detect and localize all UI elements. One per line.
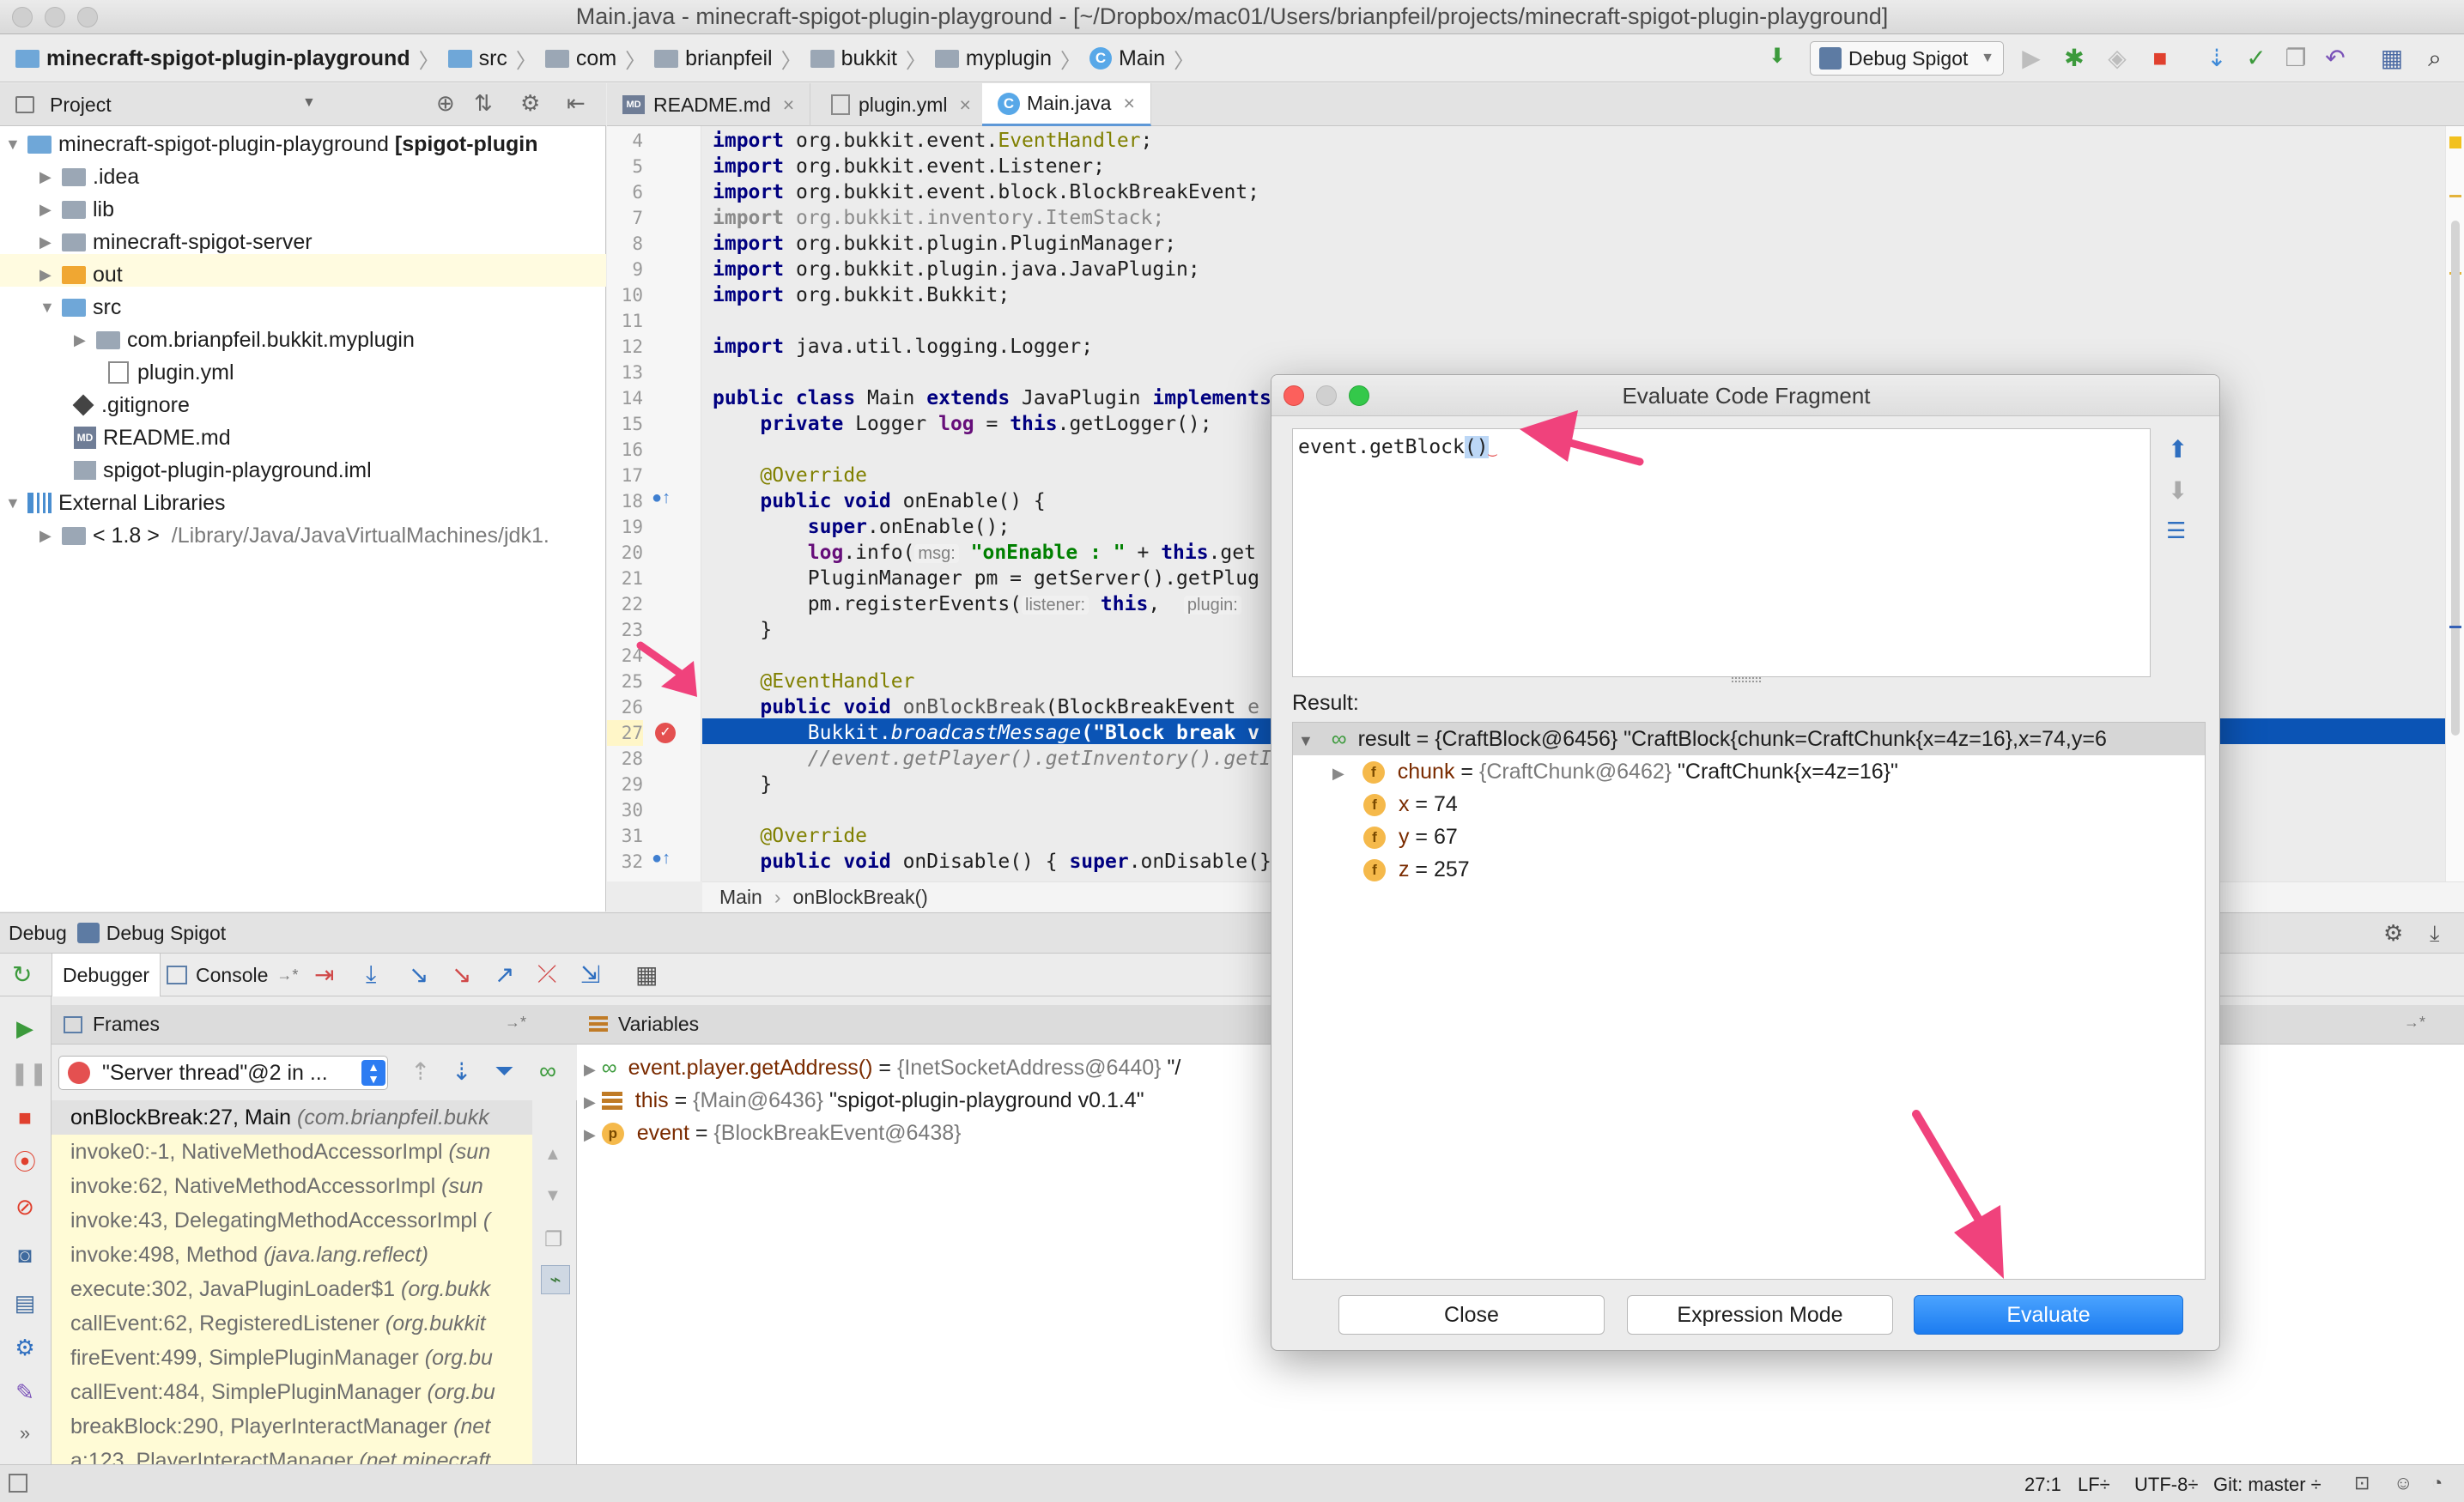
arrow-to-expression-head [1520, 410, 1578, 462]
annotation-arrows [636, 410, 2004, 1279]
arrow-to-evaluate [1912, 1110, 1993, 1240]
